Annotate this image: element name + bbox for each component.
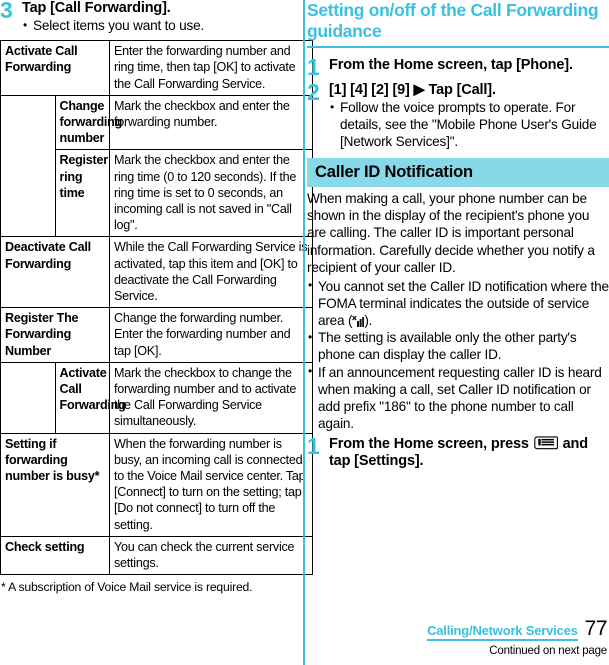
footnote-text: A subscription of Voice Mail service is … [8,580,253,595]
footer-category: Calling/Network Services [427,623,578,641]
row-description: Enter the forwarding number and ring tim… [109,40,313,96]
table-row: Check setting You can check the current … [0,535,313,576]
list-item: The setting is available only the other … [307,329,609,363]
step-content: From the Home screen, tap [Phone]. [329,57,609,74]
page-footer: Calling/Network Services 77 Continued on… [427,617,608,657]
table-footnote: * A subscription of Voice Mail service i… [0,580,298,595]
row-description: While the Call Forwarding Service is act… [109,236,313,309]
caller-id-notification-heading: Caller ID Notification [307,157,609,187]
table-row: Activate Call Forwarding Enter the forwa… [0,40,313,96]
step-3: 3 Tap [Call Forwarding]. Select items yo… [0,0,298,34]
table-row: Register The Forwarding Number Change th… [0,307,313,363]
step-title: [1] [4] [2] [9] ▶ Tap [Call]. [329,82,496,98]
step-number: 2 [307,79,320,105]
step-1-settings: 1 From the Home screen, press and tap [S… [307,433,609,470]
note-text-after: ). [364,313,373,329]
call-forwarding-options-table: Activate Call Forwarding Enter the forwa… [0,40,313,576]
footer-main-row: Calling/Network Services 77 [427,617,608,641]
step-2-dial: 2 [1] [4] [2] [9] ▶ Tap [Call]. Follow t… [307,79,609,151]
body-paragraph: When making a call, your phone number ca… [307,190,595,276]
row-description: You can check the current service settin… [109,535,313,576]
row-description: Change the forwarding number. Enter the … [109,307,313,363]
step-content: Tap [Call Forwarding]. Select items you … [22,0,298,34]
caller-id-notes-list: You cannot set the Caller ID notificatio… [307,277,609,433]
list-item: Follow the voice prompts to operate. For… [329,99,609,151]
step-content: [1] [4] [2] [9] ▶ Tap [Call]. Follow the… [329,82,609,151]
continued-notice: Continued on next page [489,645,607,657]
list-item: Select items you want to use. [22,16,298,34]
row-indent-spacer [0,149,56,237]
table-row: Activate Call Forwarding Mark the checkb… [0,361,313,434]
table-row: Register ring time Mark the checkbox and… [0,149,313,238]
row-label: Setting if forwarding number is busy* [0,432,110,537]
step-title: From the Home screen, tap [Phone]. [329,57,573,73]
step-1-phone: 1 From the Home screen, tap [Phone]. [307,54,609,80]
menu-key-icon [533,436,558,450]
footnote-marker: * [1,580,6,595]
row-description: Mark the checkbox and enter the forwardi… [109,94,313,151]
page-number: 77 [584,617,608,640]
row-description: Mark the checkbox and enter the ring tim… [109,149,313,238]
step-number: 1 [307,54,320,80]
step-number: 3 [0,0,13,23]
row-indent-spacer [0,95,56,150]
row-indent-spacer [0,362,56,434]
list-item: If an announcement requesting caller ID … [307,363,609,433]
row-label: Register ring time [54,149,110,238]
right-column: Setting on/off of the Call Forwarding gu… [307,0,609,665]
left-column: 3 Tap [Call Forwarding]. Select items yo… [0,0,313,665]
list-item: You cannot set the Caller ID notificatio… [307,277,609,330]
section-rule [307,46,609,48]
row-description: When the forwarding number is busy, an i… [109,432,313,537]
step-title: From the Home screen, press and tap [Set… [329,436,609,470]
row-description: Mark the checkbox to change the forwardi… [109,361,313,434]
table-row: Setting if forwarding number is busy* Wh… [0,432,313,537]
manual-page: 3 Tap [Call Forwarding]. Select items yo… [0,0,609,665]
step-bullet-list: Select items you want to use. [22,16,298,34]
step-title: Tap [Call Forwarding]. [22,0,171,16]
row-label: Change forwarding number [54,94,122,151]
row-label: Activate Call Forwarding [0,40,110,96]
step-number: 1 [307,433,320,460]
row-label: Activate Call Forwarding [54,361,126,434]
column-divider [303,0,305,665]
table-body: Activate Call Forwarding Enter the forwa… [0,40,313,576]
row-label: Deactivate Call Forwarding [0,236,110,309]
step-bullet-list: Follow the voice prompts to operate. For… [329,99,609,151]
table-row: Deactivate Call Forwarding While the Cal… [0,236,313,309]
row-label: Register The Forwarding Number [0,307,110,363]
step-content: From the Home screen, press and tap [Set… [329,436,609,470]
row-label: Check setting [0,535,110,576]
section-title: Setting on/off of the Call Forwarding gu… [307,0,599,41]
no-service-area-icon [352,314,365,328]
table-row: Change forwarding number Mark the checkb… [0,94,313,151]
step-title-before: From the Home screen, press [329,436,533,453]
